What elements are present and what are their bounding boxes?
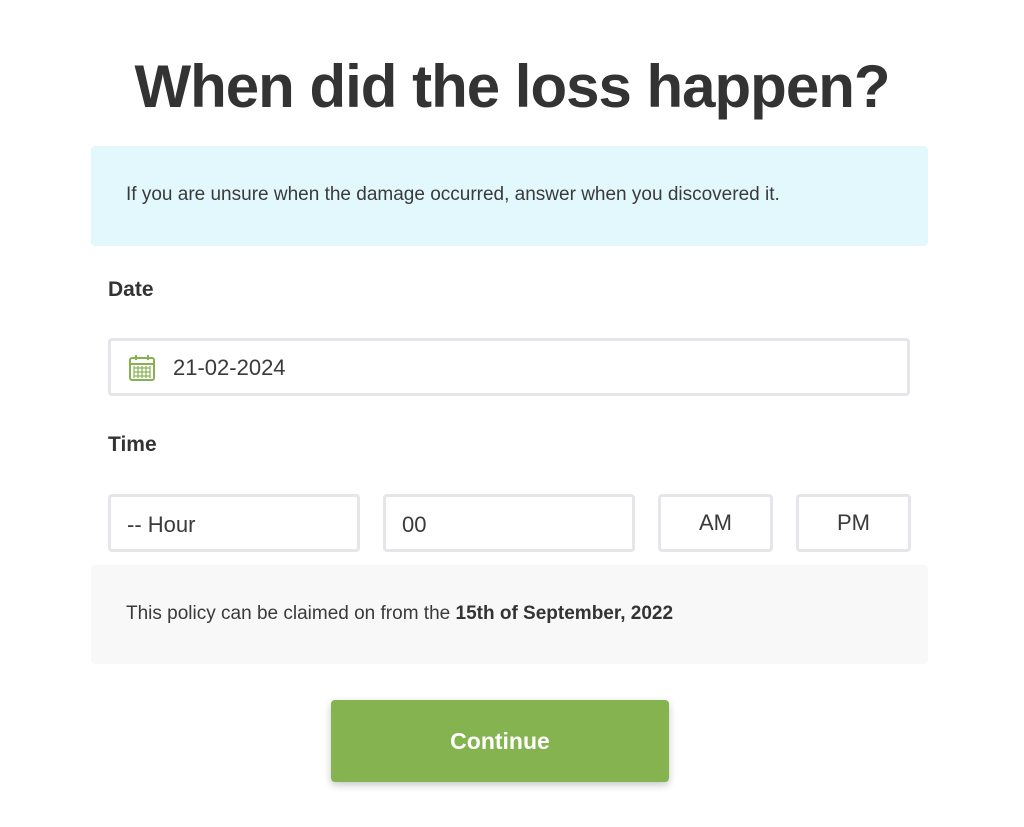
hour-value: -- Hour <box>127 512 196 537</box>
pm-button[interactable]: PM <box>796 494 911 552</box>
policy-notice: This policy can be claimed on from the 1… <box>91 565 928 664</box>
continue-button[interactable]: Continue <box>331 700 669 782</box>
date-input[interactable]: 21-02-2024 <box>108 338 910 396</box>
policy-text-prefix: This policy can be claimed on from the <box>126 603 456 624</box>
policy-start-date: 15th of September, 2022 <box>455 603 674 624</box>
date-label: Date <box>108 278 154 301</box>
page-title: When did the loss happen? <box>134 53 891 120</box>
policy-text: This policy can be claimed on from the 1… <box>126 603 673 625</box>
minute-value: 00 <box>402 512 427 537</box>
info-notice: If you are unsure when the damage occurr… <box>91 146 928 246</box>
date-value: 21-02-2024 <box>173 355 286 380</box>
info-text: If you are unsure when the damage occurr… <box>126 184 780 205</box>
hour-select[interactable]: -- Hour <box>108 494 360 552</box>
calendar-icon <box>127 353 157 383</box>
time-label: Time <box>108 433 157 456</box>
am-button[interactable]: AM <box>658 494 773 552</box>
minute-input[interactable]: 00 <box>383 494 635 552</box>
